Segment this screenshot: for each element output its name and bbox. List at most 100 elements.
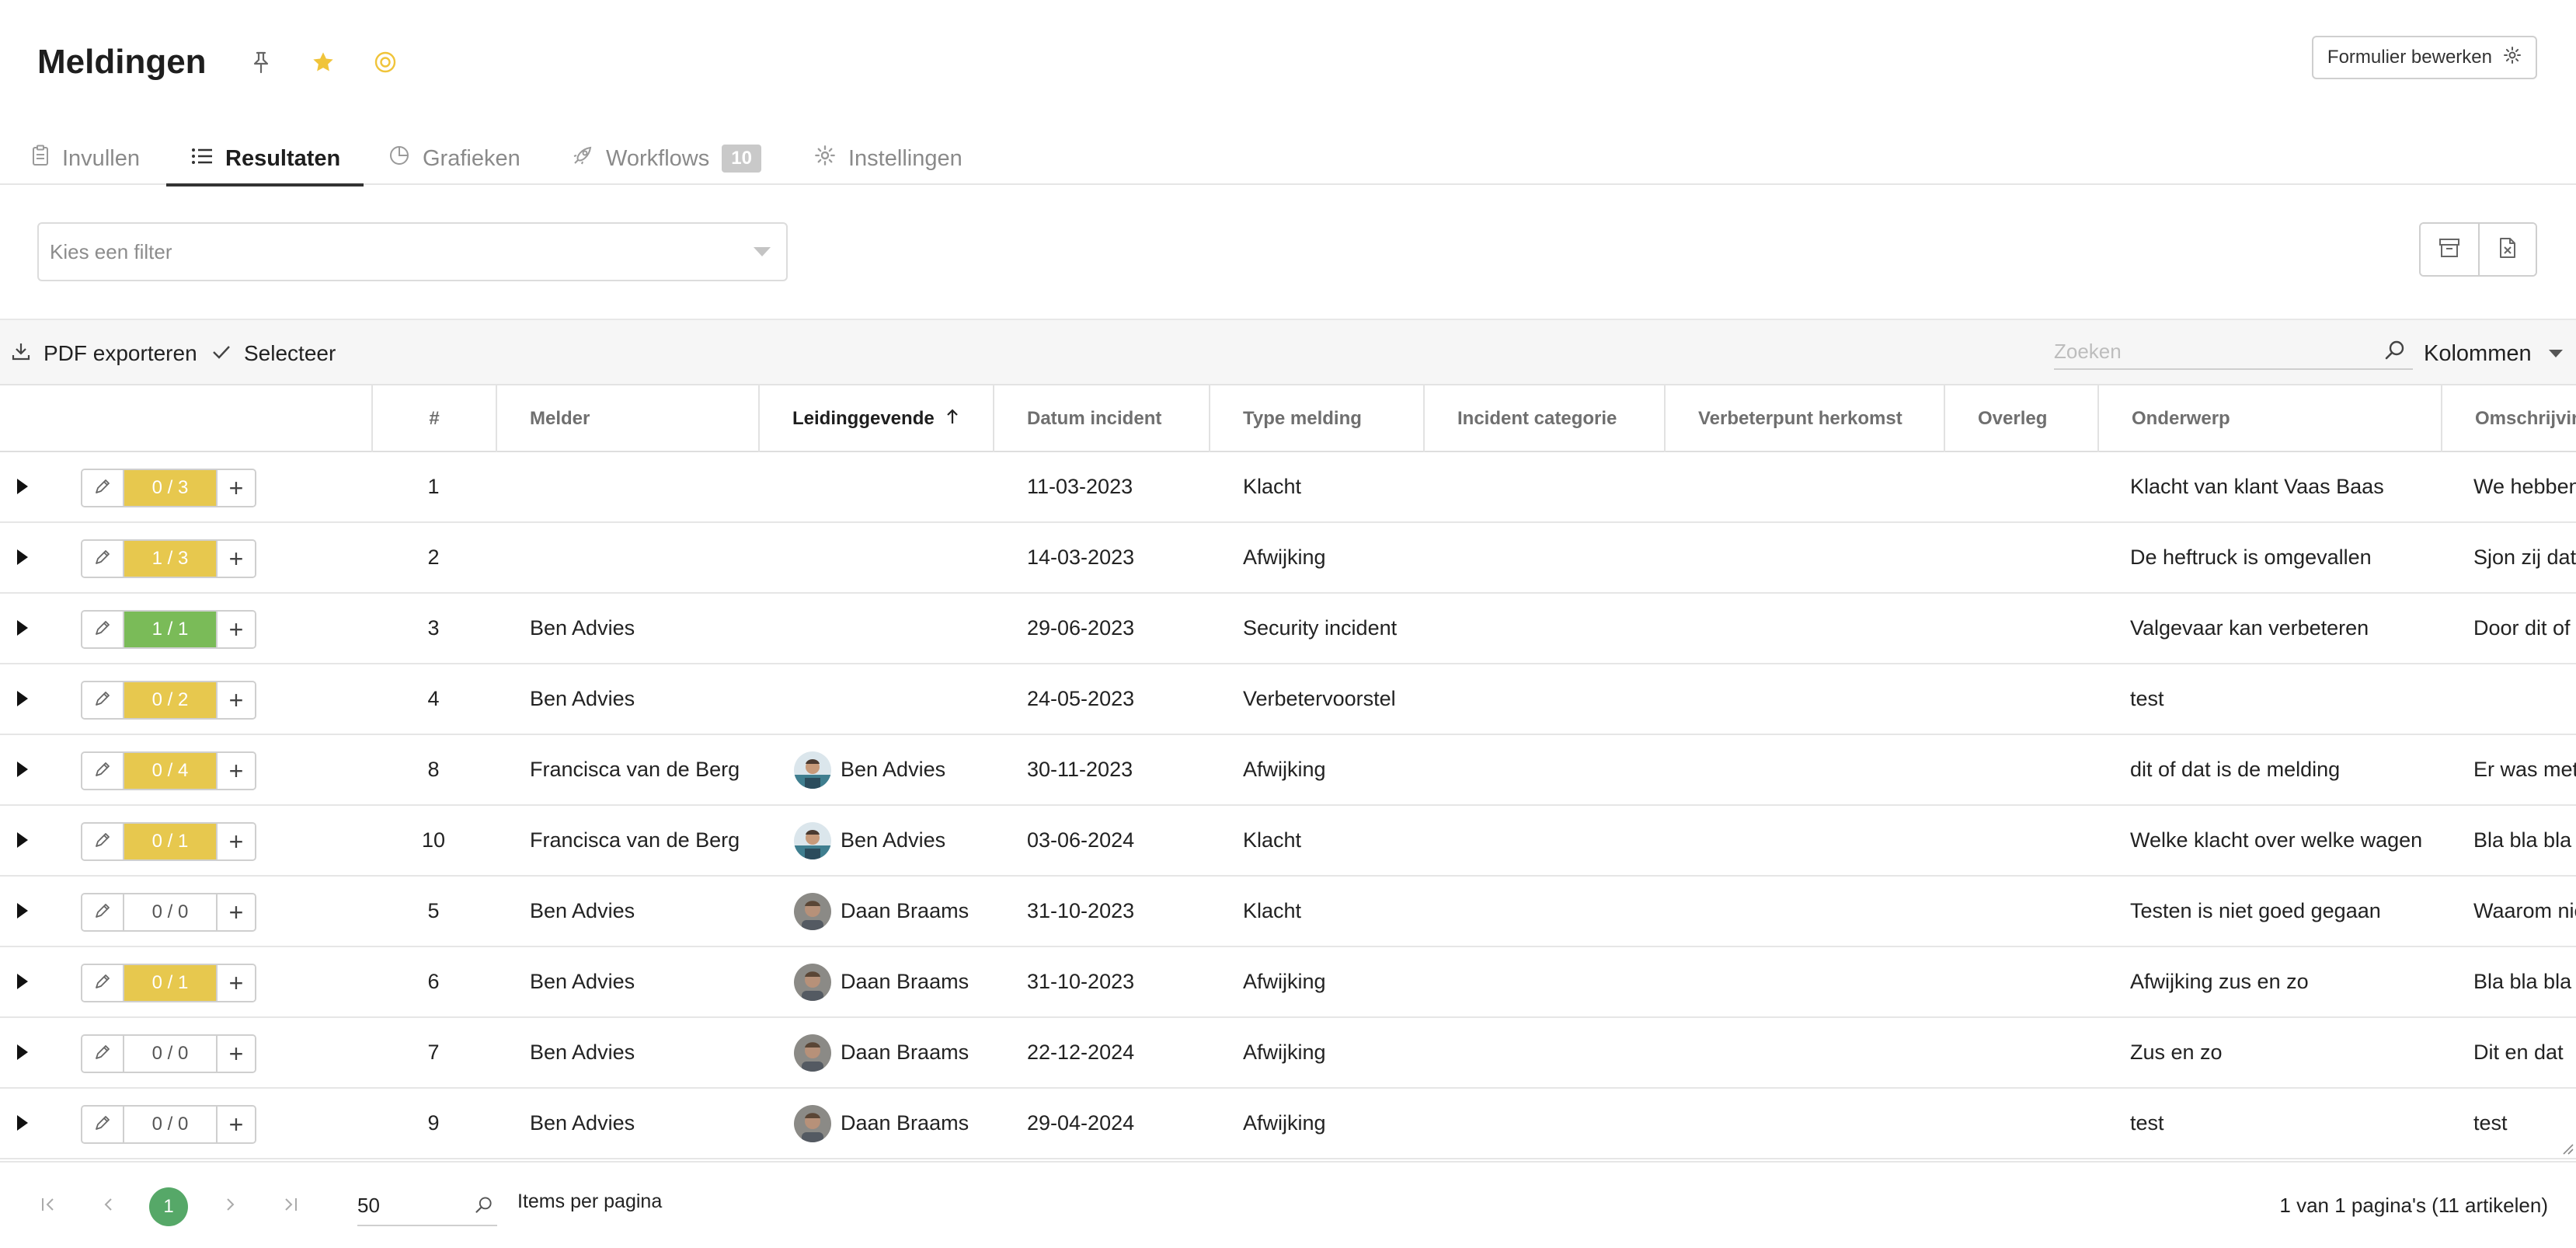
header-onderwerp[interactable]: Onderwerp [2097,385,2441,452]
tab-bar: Invullen Resultaten Grafieken Workflows … [0,132,2576,187]
edit-button[interactable] [82,894,124,930]
expand-row-icon[interactable] [17,691,28,706]
plus-icon: + [228,685,244,714]
resize-grip-icon[interactable] [2559,1140,2574,1159]
tab-instellingen[interactable]: Instellingen [814,132,963,185]
workflow-progress-badge[interactable]: 1 / 1 [124,612,216,647]
workflow-progress-badge[interactable]: 0 / 0 [124,894,216,930]
plus-icon: + [228,1039,244,1068]
expand-row-icon[interactable] [17,1044,28,1060]
table-row[interactable]: 1 / 3 +2 14-03-2023 Afwijking De heftruck is… [0,523,2576,594]
onderwerp-cell: Valgevaar kan verbeteren [2130,616,2369,640]
workflow-progress-badge[interactable]: 0 / 4 [124,753,216,789]
melder-cell [530,523,758,592]
search-input[interactable] [2054,339,2365,364]
pin-icon[interactable] [245,47,277,78]
workflow-progress-badge[interactable]: 1 / 3 [124,541,216,577]
edit-button[interactable] [82,753,124,789]
add-button[interactable]: + [216,1107,255,1142]
edit-button[interactable] [82,612,124,647]
add-button[interactable]: + [216,470,255,506]
edit-button[interactable] [82,965,124,1001]
star-icon[interactable] [308,47,339,78]
workflow-progress-badge[interactable]: 0 / 3 [124,470,216,506]
table-row[interactable]: 0 / 2 +4 Ben Advies 24-05-2023 Verbetervoors… [0,664,2576,735]
tab-grafieken[interactable]: Grafieken [388,132,520,185]
search-icon[interactable] [2383,339,2407,366]
next-page-button[interactable] [216,1189,244,1220]
header-datum-incident[interactable]: Datum incident [993,385,1209,452]
table-row[interactable]: 1 / 1 +3 Ben Advies 29-06-2023 Security inci… [0,594,2576,664]
edit-button[interactable] [82,1107,124,1142]
select-button[interactable]: Selecteer [211,320,336,387]
workflow-progress-badge[interactable]: 0 / 0 [124,1107,216,1142]
table-row[interactable]: 0 / 0 +5 Ben Advies Daan Braams 31-10-2023 Kl… [0,877,2576,947]
leidinggevende-cell: Ben Advies [794,806,993,875]
current-page-button[interactable]: 1 [149,1187,188,1226]
excel-export-button[interactable] [2478,224,2536,275]
expand-row-icon[interactable] [17,762,28,777]
edit-button[interactable] [82,824,124,859]
header-melder[interactable]: Melder [496,385,758,452]
table-row[interactable]: 0 / 4 +8 Francisca van de Berg Ben Advies 30… [0,735,2576,806]
add-button[interactable]: + [216,894,255,930]
table-row[interactable]: 0 / 3 +1 11-03-2023 Klacht Klacht van klant … [0,452,2576,523]
pdf-export-button[interactable]: PDF exporteren [11,320,197,387]
tab-invullen[interactable]: Invullen [31,132,140,185]
workflow-progress-badge[interactable]: 0 / 1 [124,965,216,1001]
expand-row-icon[interactable] [17,620,28,636]
page-size-input[interactable]: 50 [357,1186,497,1226]
target-icon[interactable] [370,47,401,78]
edit-button[interactable] [82,1036,124,1072]
header-nr[interactable]: # [371,385,496,452]
header-overleg[interactable]: Overleg [1944,385,2097,452]
table-row[interactable]: 0 / 0 +7 Ben Advies Daan Braams 22-12-2024 Af… [0,1018,2576,1089]
add-button[interactable]: + [216,824,255,859]
workflow-progress-badge[interactable]: 0 / 0 [124,1036,216,1072]
expand-row-icon[interactable] [17,974,28,989]
header-incident-categorie[interactable]: Incident categorie [1423,385,1664,452]
columns-button[interactable]: Kolommen [2424,320,2563,387]
type-cell: Verbetervoorstel [1243,687,1396,710]
add-button[interactable]: + [216,682,255,718]
workflow-progress-badge[interactable]: 0 / 2 [124,682,216,718]
rocket-icon [572,145,594,173]
expand-row-icon[interactable] [17,903,28,919]
type-cell: Afwijking [1243,970,1326,993]
leidinggevende-cell: Ben Advies [794,735,993,804]
add-button[interactable]: + [216,612,255,647]
table-row[interactable]: 0 / 1 +10 Francisca van de Berg Ben Advies 0… [0,806,2576,877]
archive-button[interactable] [2421,224,2478,275]
add-button[interactable]: + [216,541,255,577]
last-page-button[interactable] [277,1189,305,1220]
filter-select[interactable]: Kies een filter [37,222,788,281]
header-leidinggevende[interactable]: Leidinggevende [758,385,993,452]
pie-chart-icon [388,145,410,173]
add-button[interactable]: + [216,1036,255,1072]
page-size-label: Items per pagina [517,1190,663,1212]
table-row[interactable]: 0 / 1 +6 Ben Advies Daan Braams 31-10-2023 Af… [0,947,2576,1018]
add-button[interactable]: + [216,965,255,1001]
expand-row-icon[interactable] [17,479,28,494]
page-header: Meldingen [37,37,401,87]
workflow-progress-badge[interactable]: 0 / 1 [124,824,216,859]
expand-row-icon[interactable] [17,1115,28,1131]
edit-form-button[interactable]: Formulier bewerken [2311,36,2537,79]
expand-row-icon[interactable] [17,832,28,848]
filter-placeholder: Kies een filter [50,239,172,263]
previous-page-button[interactable] [95,1189,123,1220]
expand-row-icon[interactable] [17,549,28,565]
add-button[interactable]: + [216,753,255,789]
tab-resultaten[interactable]: Resultaten [166,132,364,187]
header-verbeterpunt-herkomst[interactable]: Verbeterpunt herkomst [1664,385,1944,452]
edit-button[interactable] [82,541,124,577]
header-omschrijving[interactable]: Omschrijving [2441,385,2576,452]
edit-button[interactable] [82,682,124,718]
edit-button[interactable] [82,470,124,506]
table-row[interactable]: 0 / 0 +9 Ben Advies Daan Braams 29-04-2024 Af… [0,1089,2576,1159]
tab-workflows[interactable]: Workflows 10 [572,132,761,185]
first-page-button[interactable] [34,1189,62,1220]
datum-cell: 11-03-2023 [1027,475,1133,498]
header-type-melding[interactable]: Type melding [1209,385,1423,452]
header-actions [0,385,371,452]
